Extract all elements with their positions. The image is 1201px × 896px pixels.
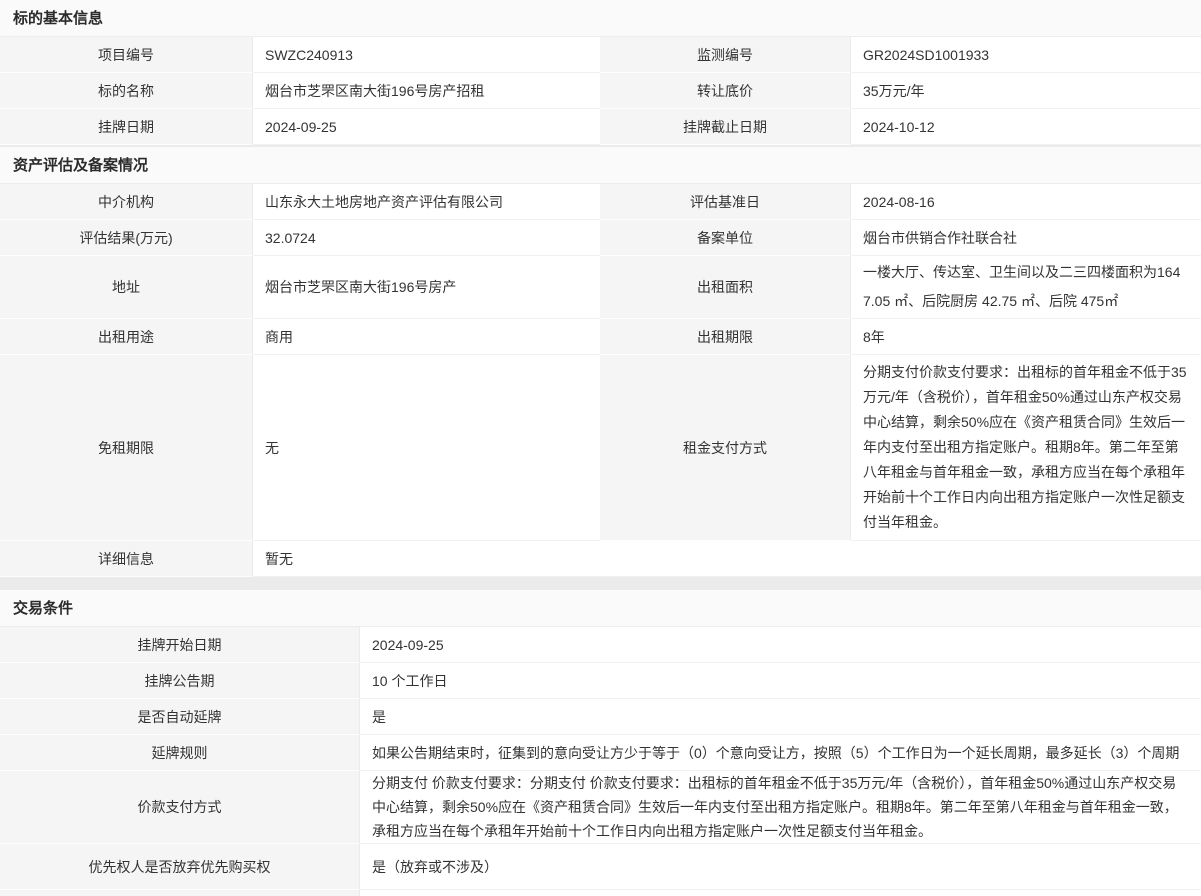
table-row-cutoff [0,890,1201,896]
field-value-listing-end: 2024-10-12 [851,109,1201,145]
field-label-extend-rule: 延牌规则 [0,735,360,771]
table-row: 项目编号 SWZC240913 监测编号 GR2024SD1001933 [0,37,1201,73]
section-basic-info: 标的基本信息 项目编号 SWZC240913 监测编号 GR2024SD1001… [0,0,1201,145]
trade-conditions-table: 挂牌开始日期 2024-09-25 挂牌公告期 10 个工作日 是否自动延牌 是… [0,627,1201,896]
field-value-listing-date: 2024-09-25 [253,109,600,145]
field-value-base-price: 35万元/年 [851,73,1201,109]
field-label-monitor-no: 监测编号 [600,37,851,73]
table-row: 免租期限 无 租金支付方式 分期支付价款支付要求：出租标的首年租金不低于35万元… [0,355,1201,541]
table-row: 挂牌公告期 10 个工作日 [0,663,1201,699]
field-value-rent-use: 商用 [253,319,600,355]
field-value-auto-extend: 是 [360,699,1201,735]
field-value-waive-priority: 是（放弃或不涉及） [360,844,1201,890]
field-value-notice-period: 10 个工作日 [360,663,1201,699]
field-label-payment-method: 价款支付方式 [0,771,360,844]
field-value-rent-area: 一楼大厅、传达室、卫生间以及二三四楼面积为1647.05 ㎡、后院厨房 42.7… [851,256,1201,319]
field-value-eval-base-date: 2024-08-16 [851,184,1201,220]
basic-info-table: 项目编号 SWZC240913 监测编号 GR2024SD1001933 标的名… [0,37,1201,145]
field-value-start-date: 2024-09-25 [360,627,1201,663]
field-label-rent-use: 出租用途 [0,319,253,355]
field-value-target-name: 烟台市芝罘区南大街196号房产招租 [253,73,600,109]
field-value-rent-payment: 分期支付价款支付要求：出租标的首年租金不低于35万元/年（含税价），首年租金50… [851,355,1201,541]
evaluation-table: 中介机构 山东永大土地房地产资产评估有限公司 评估基准日 2024-08-16 … [0,184,1201,577]
field-value-detail-info: 暂无 [253,541,1201,577]
field-label-project-no: 项目编号 [0,37,253,73]
field-value-payment-method: 分期支付 价款支付要求：分期支付 价款支付要求：出租标的首年租金不低于35万元/… [360,771,1201,844]
field-label-auto-extend: 是否自动延牌 [0,699,360,735]
field-value-monitor-no: GR2024SD1001933 [851,37,1201,73]
field-label-listing-end: 挂牌截止日期 [600,109,851,145]
field-value-project-no: SWZC240913 [253,37,600,73]
table-row: 标的名称 烟台市芝罘区南大街196号房产招租 转让底价 35万元/年 [0,73,1201,109]
field-label-rent-area: 出租面积 [600,256,851,319]
field-label-rent-payment: 租金支付方式 [600,355,851,541]
section-title-basic-info: 标的基本信息 [0,0,1201,37]
table-row: 价款支付方式 分期支付 价款支付要求：分期支付 价款支付要求：出租标的首年租金不… [0,771,1201,844]
field-label-eval-result: 评估结果(万元) [0,220,253,256]
field-label-start-date: 挂牌开始日期 [0,627,360,663]
table-row: 评估结果(万元) 32.0724 备案单位 烟台市供销合作社联合社 [0,220,1201,256]
table-row: 地址 烟台市芝罘区南大街196号房产 出租面积 一楼大厅、传达室、卫生间以及二三… [0,256,1201,319]
section-evaluation: 资产评估及备案情况 中介机构 山东永大土地房地产资产评估有限公司 评估基准日 2… [0,147,1201,577]
table-row: 挂牌日期 2024-09-25 挂牌截止日期 2024-10-12 [0,109,1201,145]
field-label-filing-unit: 备案单位 [600,220,851,256]
table-row: 中介机构 山东永大土地房地产资产评估有限公司 评估基准日 2024-08-16 [0,184,1201,220]
field-label-waive-priority: 优先权人是否放弃优先购买权 [0,844,360,890]
field-label-agency: 中介机构 [0,184,253,220]
field-label-base-price: 转让底价 [600,73,851,109]
field-value-eval-result: 32.0724 [253,220,600,256]
table-row: 挂牌开始日期 2024-09-25 [0,627,1201,663]
table-row: 是否自动延牌 是 [0,699,1201,735]
section-title-evaluation: 资产评估及备案情况 [0,147,1201,184]
field-label-eval-base-date: 评估基准日 [600,184,851,220]
table-row: 详细信息 暂无 [0,541,1201,577]
field-label-rent-term: 出租期限 [600,319,851,355]
field-value-filing-unit: 烟台市供销合作社联合社 [851,220,1201,256]
field-label-rent-free-term: 免租期限 [0,355,253,541]
table-row: 延牌规则 如果公告期结束时，征集到的意向受让方少于等于（0）个意向受让方，按照（… [0,735,1201,771]
table-row: 出租用途 商用 出租期限 8年 [0,319,1201,355]
field-label-address: 地址 [0,256,253,319]
field-value-extend-rule: 如果公告期结束时，征集到的意向受让方少于等于（0）个意向受让方，按照（5）个工作… [360,735,1201,771]
field-label-detail-info: 详细信息 [0,541,253,577]
field-value-address: 烟台市芝罘区南大街196号房产 [253,256,600,319]
field-value-rent-term: 8年 [851,319,1201,355]
table-row: 优先权人是否放弃优先购买权 是（放弃或不涉及） [0,844,1201,890]
field-value-agency: 山东永大土地房地产资产评估有限公司 [253,184,600,220]
section-title-trade-conditions: 交易条件 [0,590,1201,627]
section-trade-conditions: 交易条件 挂牌开始日期 2024-09-25 挂牌公告期 10 个工作日 是否自… [0,590,1201,896]
field-label-listing-date: 挂牌日期 [0,109,253,145]
field-value-rent-free-term: 无 [253,355,600,541]
field-label-notice-period: 挂牌公告期 [0,663,360,699]
field-label-target-name: 标的名称 [0,73,253,109]
